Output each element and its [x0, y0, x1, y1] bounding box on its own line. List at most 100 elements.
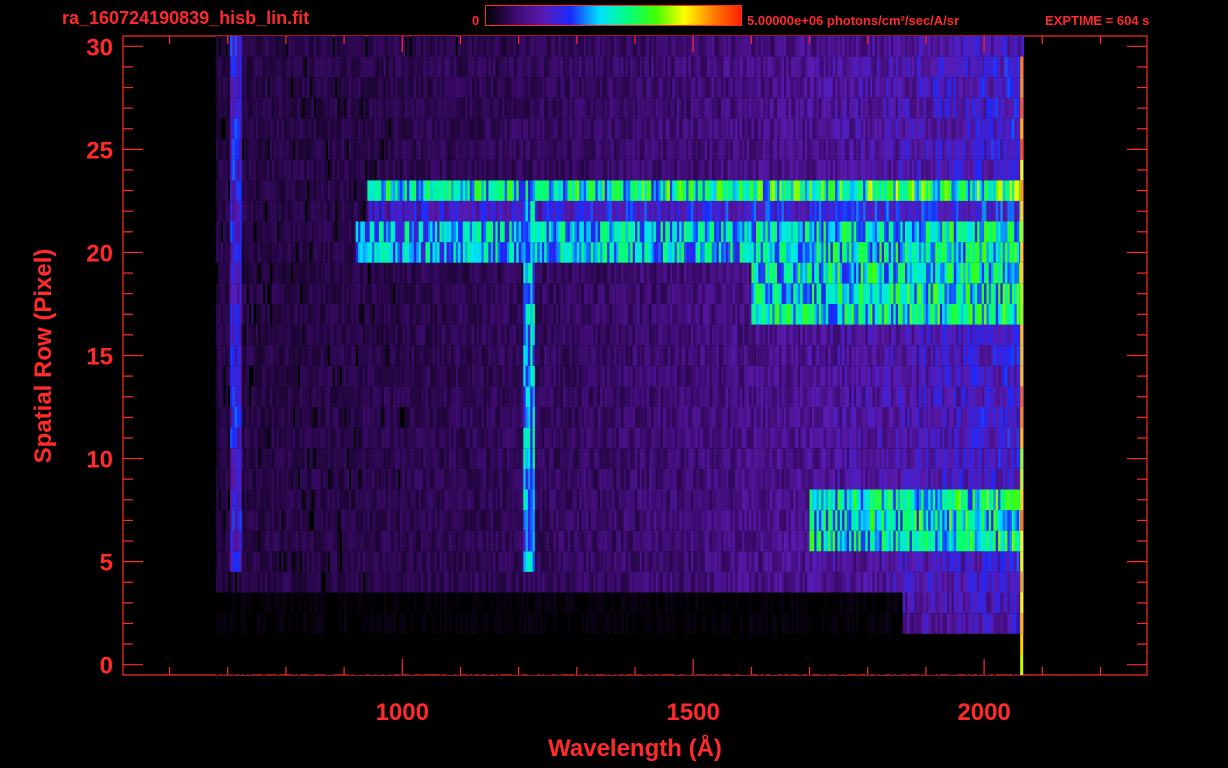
heatmap-cell: [1007, 592, 1011, 614]
heatmap-cell: [690, 386, 694, 407]
heatmap-cell: [323, 551, 326, 572]
heatmap-cell: [681, 530, 685, 552]
heatmap-cell: [839, 489, 843, 511]
heatmap-cell: [523, 468, 526, 490]
heatmap-cell: [746, 427, 750, 449]
heatmap-cell: [937, 407, 941, 428]
heatmap-cell: [523, 530, 526, 552]
heatmap-cell: [458, 386, 461, 407]
heatmap-cell: [914, 407, 917, 428]
heatmap-cell: [793, 489, 796, 511]
heatmap-cell: [891, 530, 894, 552]
heatmap-cell: [548, 592, 552, 614]
heatmap-cell: [751, 551, 755, 572]
heatmap-cell: [649, 613, 652, 634]
heatmap-cell: [251, 345, 254, 366]
heatmap-cell: [714, 407, 717, 428]
heatmap-cell: [390, 489, 394, 511]
heatmap-cell: [991, 386, 994, 407]
heatmap-cell: [972, 448, 976, 469]
heatmap-cell: [1000, 427, 1004, 449]
heatmap-cell: [737, 633, 741, 655]
heatmap-cell: [420, 489, 424, 511]
heatmap-cell: [832, 386, 836, 407]
heatmap-cell: [530, 571, 533, 593]
heatmap-cell: [388, 386, 391, 407]
heatmap-cell: [993, 427, 997, 449]
heatmap-cell: [916, 427, 920, 449]
heatmap-cell: [711, 448, 715, 469]
heatmap-cell: [493, 345, 496, 366]
heatmap-cell: [707, 427, 710, 449]
heatmap-cell: [858, 365, 862, 387]
heatmap-cell: [895, 654, 899, 675]
heatmap-cell: [509, 530, 512, 552]
heatmap-cell: [569, 571, 573, 593]
heatmap-cell: [451, 324, 454, 346]
heatmap-cell: [383, 489, 387, 511]
heatmap-cell: [714, 365, 717, 387]
heatmap-cell: [797, 448, 801, 469]
heatmap-cell: [290, 489, 294, 511]
heatmap-cell: [481, 489, 485, 511]
heatmap-cell: [788, 386, 792, 407]
heatmap-cell: [867, 530, 871, 552]
heatmap-cell: [902, 345, 906, 366]
heatmap-cell: [446, 448, 450, 469]
heatmap-cell: [802, 468, 806, 490]
heatmap-cell: [758, 510, 761, 531]
heatmap-cell: [711, 386, 715, 407]
heatmap-cell: [278, 386, 282, 407]
heatmap-cell: [672, 510, 675, 531]
heatmap-cell: [628, 365, 631, 387]
heatmap-cell: [772, 345, 775, 366]
heatmap-cell: [951, 489, 955, 511]
heatmap-cell: [393, 407, 396, 428]
heatmap-cell: [234, 365, 238, 387]
heatmap-cell: [1014, 592, 1017, 614]
heatmap-cell: [304, 489, 308, 511]
heatmap-cell: [888, 468, 892, 490]
heatmap-cell: [439, 592, 443, 614]
heatmap-cell: [716, 407, 720, 428]
heatmap-cell: [986, 510, 990, 531]
heatmap-cell: [886, 489, 889, 511]
heatmap-cell: [986, 489, 990, 511]
heatmap-cell: [574, 551, 578, 572]
heatmap-cell: [490, 489, 494, 511]
heatmap-cell: [686, 448, 689, 469]
heatmap-cell: [632, 365, 636, 387]
heatmap-cell: [355, 427, 359, 449]
heatmap-cell: [949, 592, 952, 614]
heatmap-cell: [290, 592, 294, 614]
heatmap-cell: [604, 551, 608, 572]
heatmap-cell: [658, 633, 661, 655]
heatmap-cell: [704, 530, 708, 552]
heatmap-cell: [525, 489, 529, 511]
heatmap-cell: [500, 386, 503, 407]
heatmap-cell: [642, 448, 645, 469]
heatmap-cell: [483, 633, 487, 655]
heatmap-cell: [376, 551, 380, 572]
heatmap-cell: [500, 530, 503, 552]
heatmap-cell: [246, 510, 249, 531]
heatmap-cell: [230, 613, 233, 634]
heatmap-cell: [930, 365, 934, 387]
heatmap-cell: [651, 468, 654, 490]
heatmap-cell: [662, 530, 666, 552]
heatmap-cell: [304, 324, 308, 346]
heatmap-cell: [669, 448, 673, 469]
heatmap-cell: [932, 407, 936, 428]
heatmap-cell: [334, 345, 338, 366]
heatmap-cell: [777, 468, 780, 490]
heatmap-cell: [539, 654, 543, 675]
heatmap-cell: [893, 407, 896, 428]
heatmap-cell: [504, 345, 508, 366]
heatmap-cell: [662, 571, 666, 593]
heatmap-cell: [309, 654, 312, 675]
heatmap-cell: [495, 489, 499, 511]
heatmap-cell: [902, 386, 906, 407]
heatmap-cell: [751, 407, 755, 428]
heatmap-cell: [988, 386, 992, 407]
heatmap-cell: [558, 633, 561, 655]
